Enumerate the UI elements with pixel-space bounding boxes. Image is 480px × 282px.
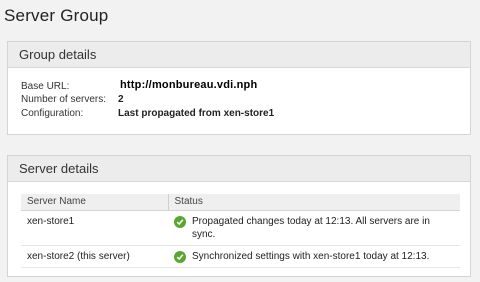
table-row[interactable]: xen-store2 (this server) Synchronized se…: [21, 245, 460, 268]
configuration-value: Last propagated from xen-store1: [118, 108, 275, 119]
server-details-panel: Server details Server Name Status xen-st…: [7, 155, 471, 277]
status-text: Propagated changes today at 12:13. All s…: [192, 215, 430, 240]
server-name-cell: xen-store1: [21, 210, 168, 246]
group-details-header: Group details: [8, 42, 470, 68]
table-row[interactable]: xen-store1 Propagated changes today at 1…: [21, 210, 460, 246]
check-circle-icon: [174, 250, 186, 263]
group-details-panel: Group details Base URL: http://monbureau…: [7, 41, 471, 135]
server-group-page: Server Group Group details Base URL: htt…: [0, 0, 480, 282]
base-url-value: http://monbureau.vdi.nph: [120, 79, 258, 91]
column-header-status[interactable]: Status: [167, 194, 460, 211]
configuration-label: Configuration:: [21, 108, 84, 119]
server-details-header: Server details: [8, 156, 470, 182]
servers-table: Server Name Status xen-store1 Propagated…: [21, 194, 460, 268]
status-cell: Propagated changes today at 12:13. All s…: [168, 210, 460, 246]
number-of-servers-value: 2: [118, 94, 124, 105]
base-url-label: Base URL:: [21, 81, 70, 92]
check-circle-icon: [174, 215, 186, 228]
column-header-server-name[interactable]: Server Name: [21, 194, 168, 211]
server-name-cell: xen-store2 (this server): [21, 245, 168, 268]
status-cell: Synchronized settings with xen-store1 to…: [168, 245, 460, 268]
number-of-servers-label: Number of servers:: [21, 94, 107, 105]
table-header-row: Server Name Status: [21, 194, 460, 211]
page-title: Server Group: [4, 6, 109, 25]
status-text: Synchronized settings with xen-store1 to…: [192, 250, 430, 262]
